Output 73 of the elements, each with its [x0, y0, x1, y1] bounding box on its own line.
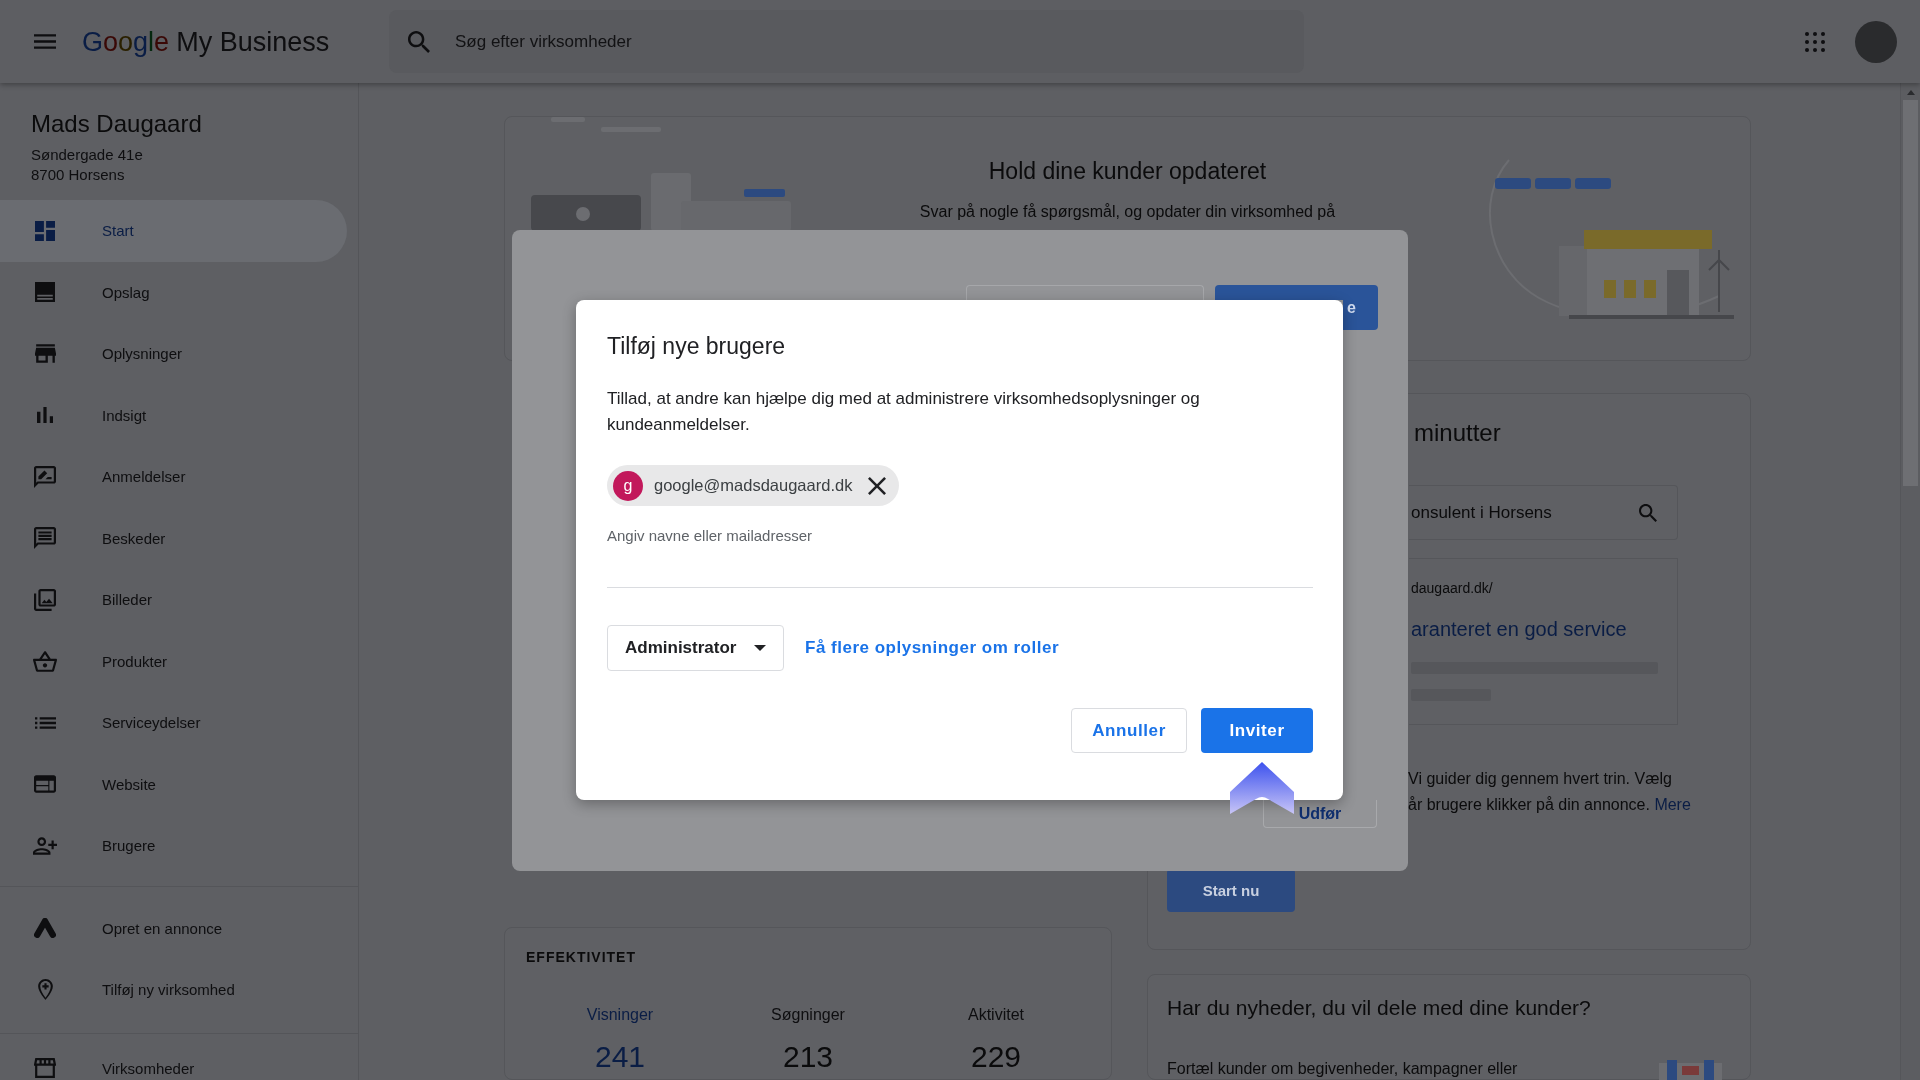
speech-bubble-icon: [34, 527, 56, 550]
metric-value: 213: [782, 1039, 834, 1075]
nav-item[interactable]: Start: [0, 200, 347, 262]
speech-bubble-pen-icon: [34, 465, 56, 488]
bar-chart-icon: [37, 407, 53, 424]
card-text: Svar på nogle få spørgsmål, og opdater din virksomhed på: [918, 202, 1337, 222]
dialog-title: Tilføj nye brugere: [607, 332, 787, 360]
primary-button[interactable]: Inviter: [1201, 708, 1313, 753]
search-icon[interactable]: [1639, 503, 1657, 522]
address-line: 8700 Horsens: [30, 165, 126, 185]
web-layout-icon: [34, 775, 56, 794]
basket-icon: [33, 650, 57, 672]
card-text: Fortæl kunder om begivenheder, kampagner eller: [1167, 1059, 1518, 1079]
scrollbar-track[interactable]: [1900, 83, 1920, 1080]
apps-grid-icon[interactable]: [1805, 31, 1825, 52]
search-field[interactable]: Søg efter virksomheder: [389, 10, 1304, 73]
awning-icon: [34, 1058, 56, 1078]
metric-value: 229: [970, 1039, 1022, 1075]
pin-plus-icon: [37, 979, 53, 1001]
nav-item[interactable]: Tilføj ny virksomhed: [0, 959, 347, 1021]
card-title: Har du nyheder, du vil dele med dine kunder?: [1167, 995, 1592, 1021]
menu-icon[interactable]: [34, 34, 56, 49]
nav-item[interactable]: Produkter: [0, 630, 347, 692]
search-icon[interactable]: [408, 30, 430, 53]
initial-avatar: g: [613, 470, 643, 501]
document-icon: [35, 282, 55, 303]
roles-link[interactable]: Få flere oplysninger om roller: [805, 638, 1059, 658]
dialog-button[interactable]: e: [1343, 285, 1378, 330]
nav-item[interactable]: Beskeder: [0, 507, 347, 569]
more-link[interactable]: Mere: [1654, 796, 1691, 813]
nav-item[interactable]: Serviceydelser: [0, 692, 347, 754]
nav-item[interactable]: Indsigt: [0, 384, 347, 446]
secondary-button[interactable]: Annuller: [1071, 708, 1187, 753]
chevron-up-icon: [1230, 762, 1294, 814]
nav-item[interactable]: Opslag: [0, 261, 347, 323]
nav-item[interactable]: Website: [0, 753, 347, 815]
nav-item[interactable]: Billeder: [0, 569, 347, 631]
nav-item[interactable]: Brugere: [0, 815, 347, 877]
nav-item[interactable]: Virksomheder: [0, 1055, 347, 1080]
nav-item[interactable]: Oplysninger: [0, 323, 347, 385]
news-drawing: [1659, 1060, 1722, 1080]
a-logo-icon: [34, 918, 56, 939]
nav-item[interactable]: Opret en annonce: [0, 897, 347, 959]
photos-icon: [34, 588, 56, 611]
metric-tab[interactable]: Aktivitet: [968, 1003, 1024, 1027]
business-name: Mads Daugaard: [30, 109, 203, 139]
address-line: Søndergade 41e: [30, 145, 144, 165]
metric-tab[interactable]: Visninger: [586, 1003, 654, 1027]
search-input[interactable]: Søg efter virksomheder: [455, 21, 1304, 62]
search-field[interactable]: onsulent i Horsens: [1409, 485, 1678, 540]
storefront-icon: [34, 344, 56, 364]
ad-headline: aranteret en god service: [1411, 617, 1628, 642]
ad-description: Vi guider dig gennem hvert trin. Vælg år brugere klikker på din annonce. Mere: [1408, 769, 1692, 815]
user-avatar[interactable]: [1855, 20, 1897, 63]
product-name: My Business: [176, 25, 330, 59]
caret-up-icon[interactable]: [1906, 90, 1915, 95]
card-title: Hold dine kunder opdateret: [987, 157, 1268, 186]
caret-down-icon: [754, 645, 766, 651]
close-icon[interactable]: [868, 476, 887, 495]
email-chip[interactable]: g google@madsdaugaard.dk: [607, 465, 900, 506]
metric-value: 241: [594, 1039, 646, 1075]
card-title: minutter: [1414, 418, 1502, 448]
list-icon: [34, 716, 56, 729]
section-heading: EFFEKTIVITET: [526, 948, 637, 967]
metric-tab[interactable]: Søgninger: [771, 1003, 845, 1027]
start-button[interactable]: Start nu: [1167, 869, 1295, 912]
dialog-description: Tillad, at andre kan hjælpe dig med at administrere virksomhedsoplysninger og kundeanmeldelser.: [607, 388, 1201, 436]
nav-item[interactable]: Anmeldelser: [0, 446, 347, 508]
dashboard-icon: [35, 220, 55, 241]
role-dropdown[interactable]: Administrator: [607, 625, 784, 671]
add-person-icon: [33, 836, 57, 855]
ad-url: daugaard.dk/: [1411, 579, 1494, 598]
google-logo: Google: [82, 25, 170, 59]
